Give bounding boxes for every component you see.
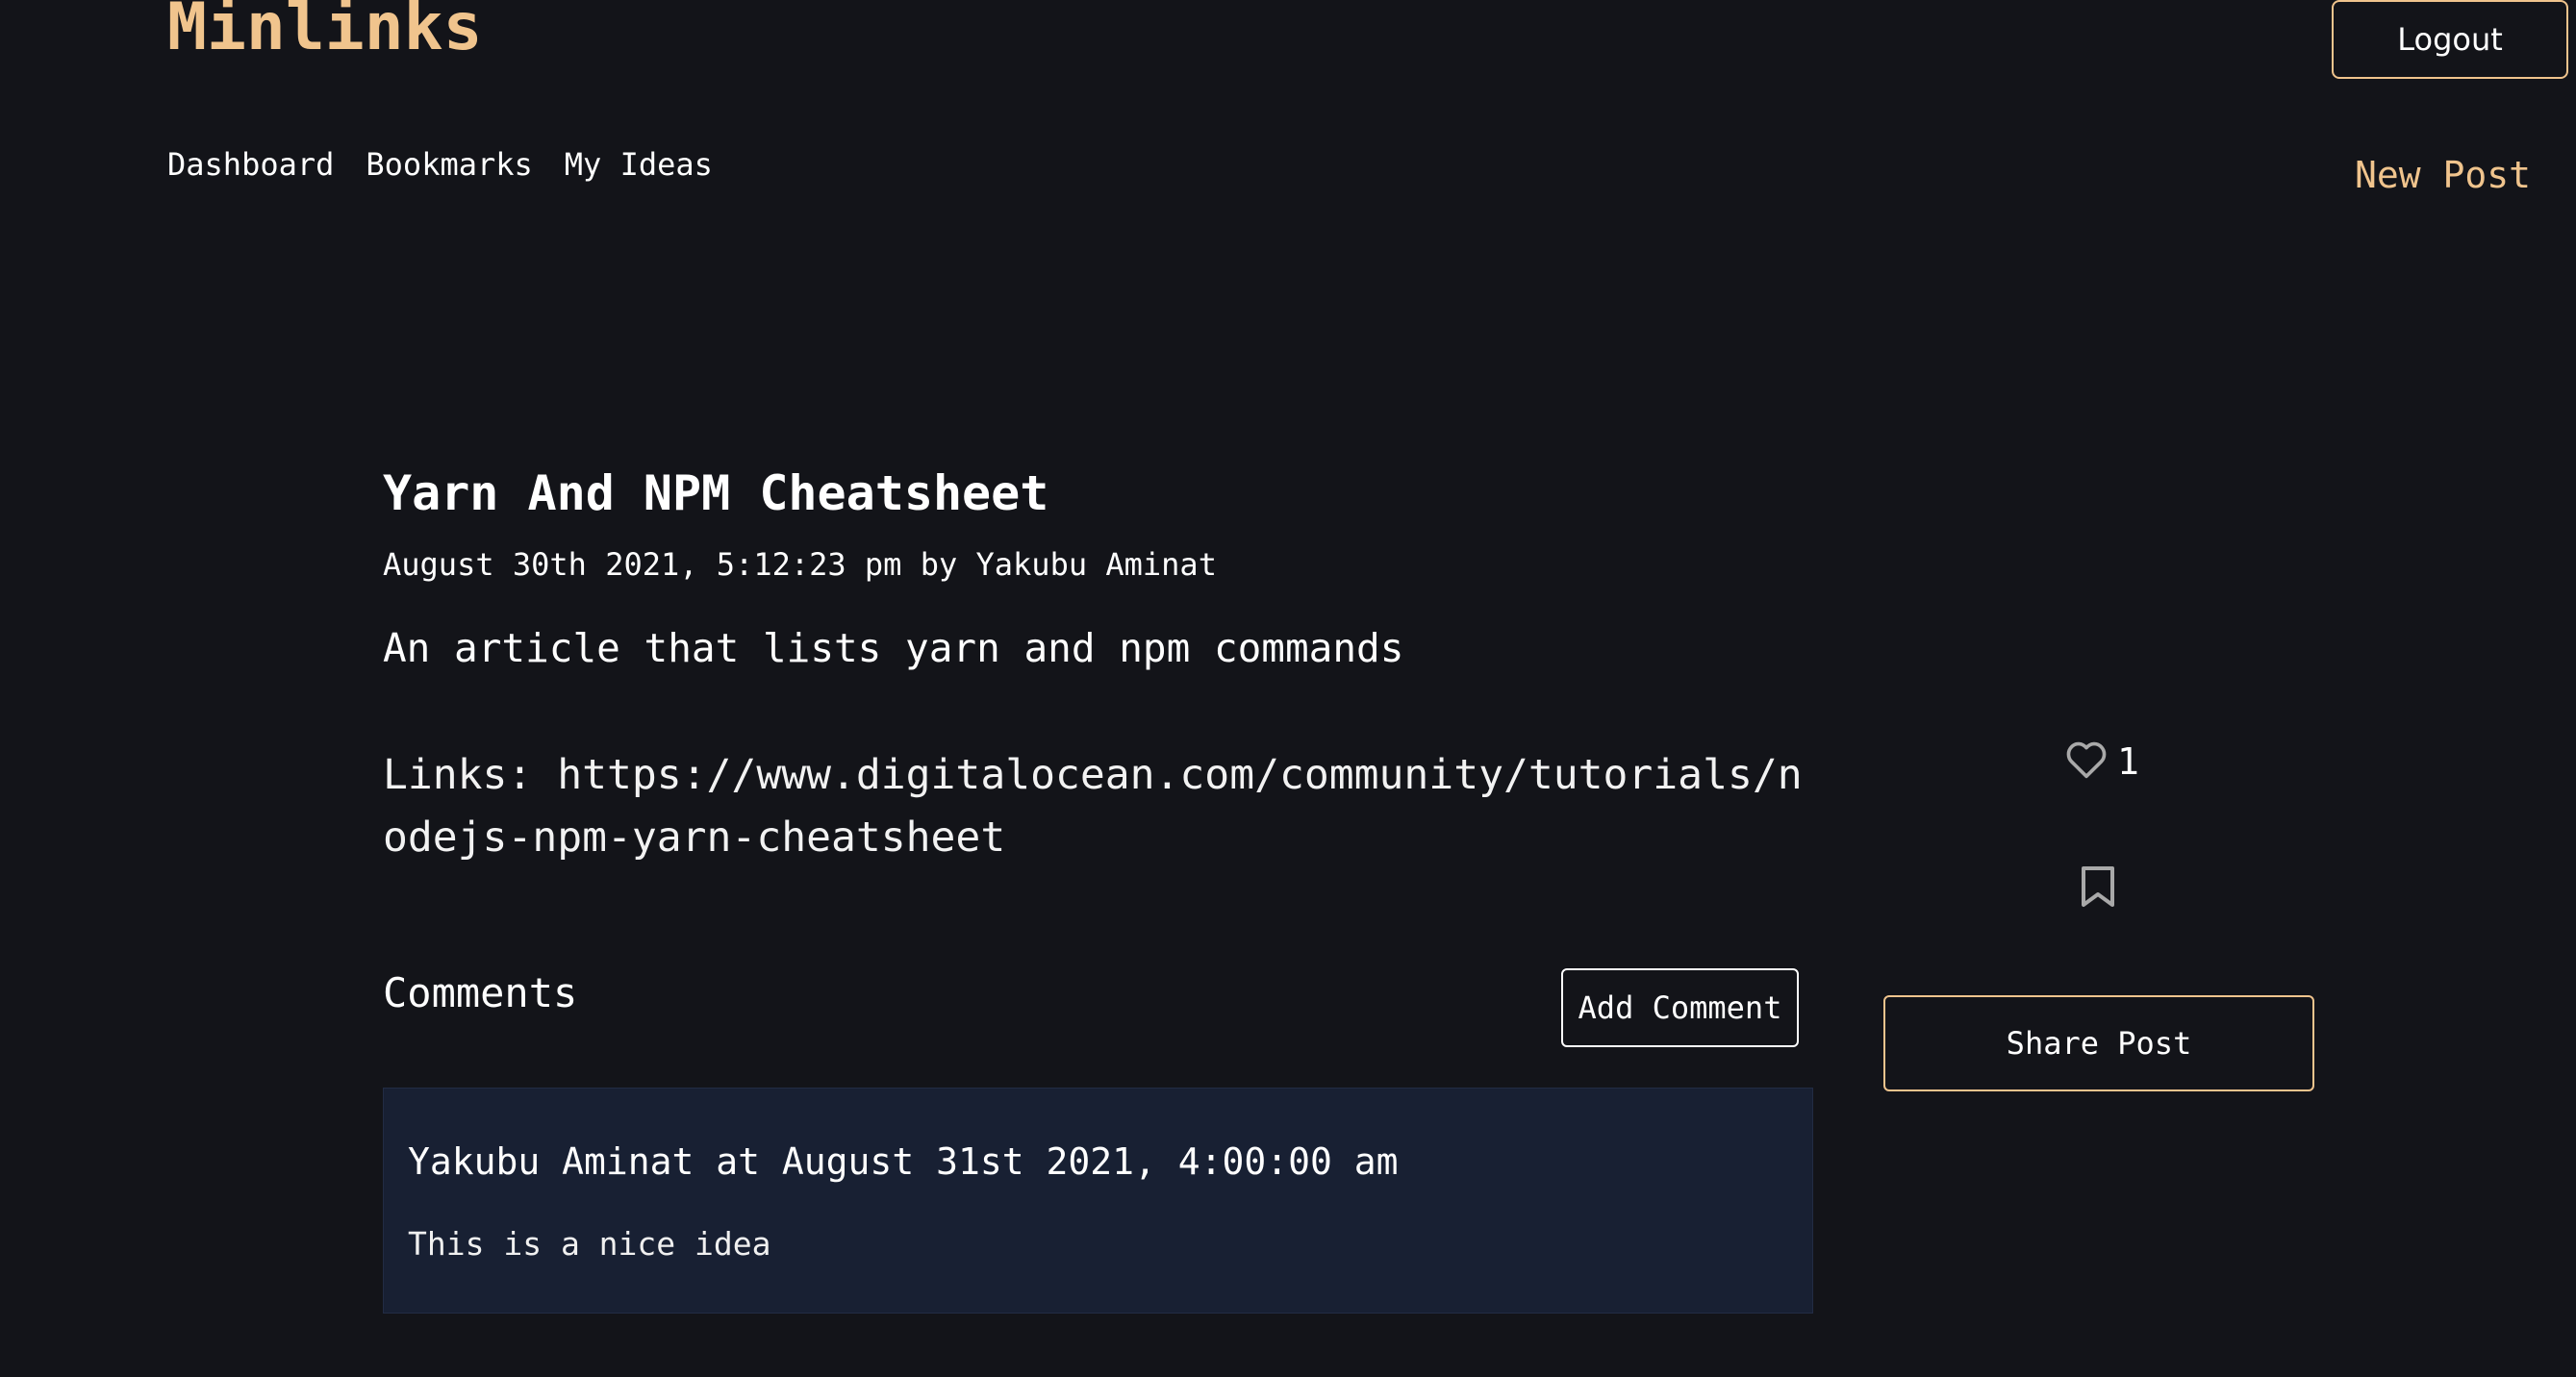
comments-heading: Comments (383, 969, 578, 1016)
nav-dashboard[interactable]: Dashboard (167, 146, 334, 183)
comment-card: Yakubu Aminat at August 31st 2021, 4:00:… (383, 1088, 1813, 1314)
brand-logo[interactable]: Minlinks (167, 0, 483, 64)
post-links[interactable]: Links: https://www.digitalocean.com/comm… (383, 744, 1826, 869)
main-nav: Dashboard Bookmarks My Ideas (167, 146, 713, 183)
heart-icon[interactable] (2065, 740, 2108, 783)
new-post-link[interactable]: New Post (2355, 154, 2531, 196)
add-comment-button[interactable]: Add Comment (1561, 968, 1799, 1047)
nav-my-ideas[interactable]: My Ideas (565, 146, 713, 183)
share-post-button[interactable]: Share Post (1883, 995, 2314, 1091)
post-description: An article that lists yarn and npm comma… (383, 625, 1404, 671)
logout-button[interactable]: Logout (2332, 0, 2568, 79)
nav-bookmarks[interactable]: Bookmarks (366, 146, 532, 183)
bookmark-icon[interactable] (2080, 865, 2116, 912)
like-control: 1 (2065, 740, 2139, 783)
post-title: Yarn And NPM Cheatsheet (383, 465, 1049, 521)
like-count: 1 (2117, 740, 2139, 783)
post-meta: August 30th 2021, 5:12:23 pm by Yakubu A… (383, 546, 1217, 583)
comment-author: Yakubu Aminat at August 31st 2021, 4:00:… (408, 1140, 1399, 1183)
comment-text: This is a nice idea (408, 1225, 771, 1263)
